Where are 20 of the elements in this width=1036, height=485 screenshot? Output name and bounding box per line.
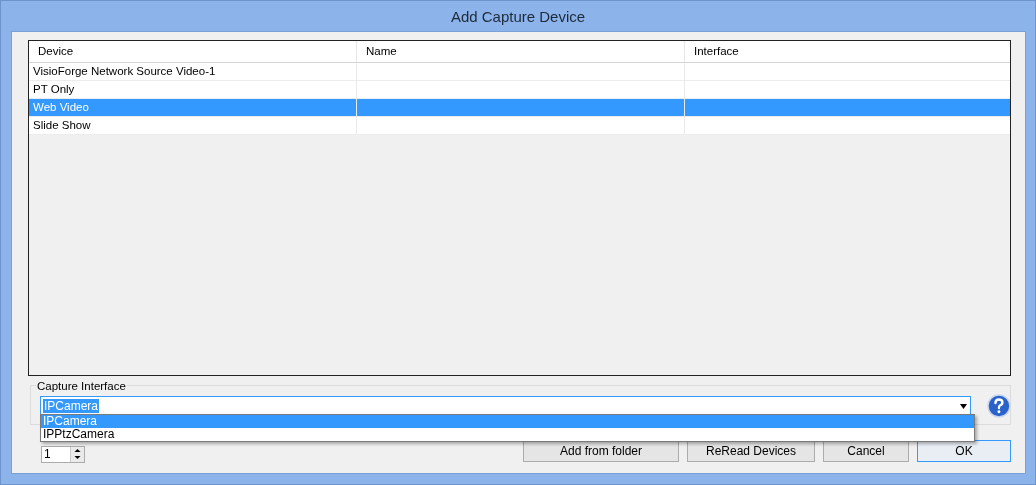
dialog-button[interactable]: Cancel xyxy=(823,440,909,462)
column-header[interactable]: Interface xyxy=(685,41,1010,62)
table-cell: PT Only xyxy=(29,81,357,98)
help-icon[interactable] xyxy=(987,394,1011,418)
group-label: Capture Interface xyxy=(36,380,127,392)
caret-icon xyxy=(960,403,968,409)
device-row[interactable]: PT Only xyxy=(29,81,1010,99)
dialog-button[interactable]: ReRead Devices xyxy=(687,440,815,462)
device-row[interactable]: VisioForge Network Source Video-1 xyxy=(29,63,1010,81)
dialog-button[interactable]: OK xyxy=(917,440,1011,462)
table-cell: Slide Show xyxy=(29,117,357,134)
column-header[interactable]: Name xyxy=(357,41,685,62)
number-spinner[interactable]: 1 xyxy=(41,446,85,463)
device-row[interactable]: Slide Show xyxy=(29,117,1010,135)
column-header[interactable]: Device xyxy=(29,41,357,62)
table-cell: VisioForge Network Source Video-1 xyxy=(29,63,357,80)
dialog-button[interactable]: Add from folder xyxy=(523,440,679,462)
dropdown-option[interactable]: IPPtzCamera xyxy=(41,428,974,441)
window-title: Add Capture Device xyxy=(450,7,586,25)
table-cell: Web Video xyxy=(29,99,357,116)
